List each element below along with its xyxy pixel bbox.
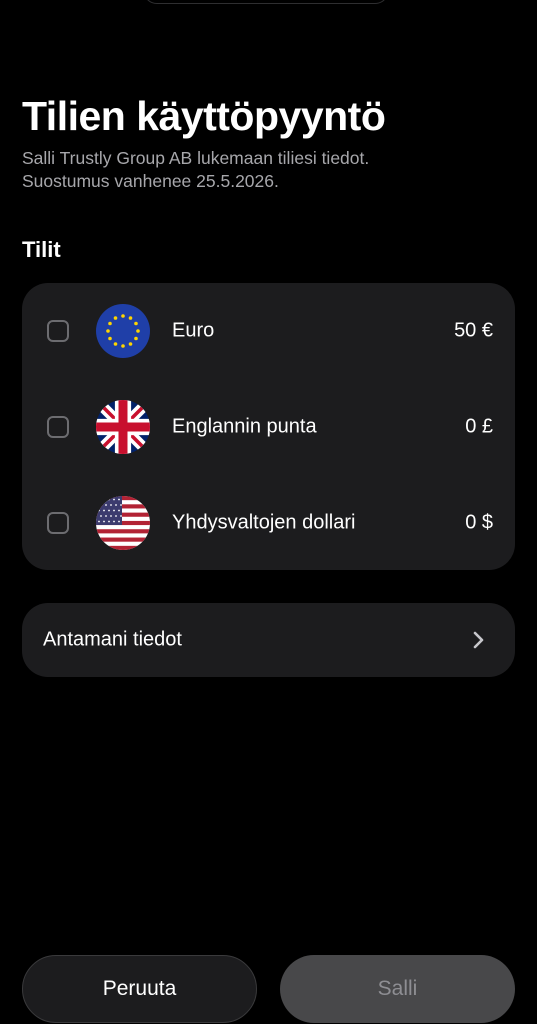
subtitle-line-1: Salli Trustly Group AB lukemaan tiliesi … (22, 148, 370, 168)
account-name: Englannin punta (172, 415, 317, 438)
subtitle-line-2: Suostumus vanhenee 25.5.2026. (22, 171, 279, 191)
provided-details-label: Antamani tiedot (43, 628, 182, 651)
uk-flag-icon (96, 400, 150, 454)
provided-details-row[interactable]: Antamani tiedot (22, 603, 515, 677)
account-name: Euro (172, 319, 215, 342)
account-row-gbp[interactable]: Englannin punta 0 £ (22, 379, 515, 475)
account-balance: 50 € (454, 319, 493, 342)
account-row-euro[interactable]: Euro 50 € (22, 283, 515, 379)
us-flag-icon (96, 496, 150, 550)
account-checkbox-gbp[interactable] (47, 416, 69, 438)
account-balance: 0 $ (465, 511, 493, 534)
accounts-section-label: Tilit (22, 237, 61, 262)
accounts-card: Euro 50 € Englannin punta 0 £ Yhdysvalto… (22, 283, 515, 570)
account-balance: 0 £ (465, 415, 493, 438)
page-title: Tilien käyttöpyyntö (22, 93, 386, 139)
allow-button[interactable]: Salli (280, 955, 515, 1023)
chevron-right-icon (473, 631, 484, 649)
account-name: Yhdysvaltojen dollari (172, 511, 356, 534)
top-sheet-handle (143, 0, 389, 4)
page-subtitle: Salli Trustly Group AB lukemaan tiliesi … (22, 147, 502, 193)
cancel-button[interactable]: Peruuta (22, 955, 257, 1023)
account-checkbox-euro[interactable] (47, 320, 69, 342)
account-row-usd[interactable]: Yhdysvaltojen dollari 0 $ (22, 475, 515, 571)
account-checkbox-usd[interactable] (47, 512, 69, 534)
eu-flag-icon (96, 304, 150, 358)
